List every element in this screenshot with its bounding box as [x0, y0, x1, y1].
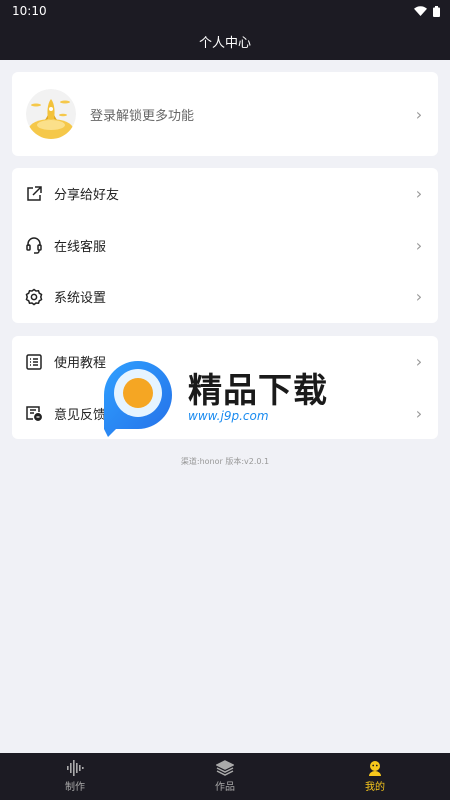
chevron-right-icon: › [415, 184, 423, 204]
watermark-logo-icon [104, 361, 172, 437]
menu-card-general: 分享给好友 › 在线客服 › 系统设置 › [12, 168, 438, 323]
avatar [26, 89, 76, 139]
wifi-icon [414, 6, 427, 16]
layers-icon [216, 760, 234, 776]
chevron-right-icon: › [415, 403, 423, 423]
title-bar: 个人中心 [0, 22, 450, 60]
bottom-tab-bar: 制作 作品 我的 [0, 753, 450, 800]
tab-label: 制作 [65, 782, 85, 793]
list-icon [24, 352, 44, 372]
tab-mine[interactable]: 我的 [300, 753, 450, 800]
gear-icon [24, 287, 44, 307]
tab-label: 我的 [365, 782, 385, 793]
share-icon [24, 184, 44, 204]
chevron-right-icon: › [415, 287, 423, 307]
login-prompt: 登录解锁更多功能 [90, 108, 195, 124]
tab-works[interactable]: 作品 [150, 753, 300, 800]
battery-icon [433, 5, 440, 17]
watermark-url: www.j9p.com [188, 409, 269, 423]
menu-item-share[interactable]: 分享给好友 › [12, 168, 438, 220]
status-time: 10:10 [12, 4, 47, 18]
profile-icon [369, 761, 381, 776]
chevron-right-icon: › [415, 352, 423, 372]
page-title: 个人中心 [198, 35, 251, 51]
chevron-right-icon: › [415, 104, 423, 124]
version-info: 渠道:honor 版本:v2.0.1 [180, 457, 270, 466]
menu-item-label: 分享给好友 [54, 188, 120, 204]
menu-item-label: 系统设置 [54, 291, 107, 307]
status-bar: 10:10 [0, 0, 450, 22]
tab-create[interactable]: 制作 [0, 753, 150, 800]
tab-label: 作品 [215, 782, 235, 793]
login-card[interactable]: 登录解锁更多功能 › [12, 72, 438, 156]
menu-item-support[interactable]: 在线客服 › [12, 220, 438, 272]
watermark-title: 精品下载 [188, 371, 328, 411]
watermark: 精品下载 www.j9p.com [100, 355, 360, 440]
headset-icon [24, 235, 44, 255]
feedback-icon [24, 403, 44, 423]
menu-item-label: 在线客服 [54, 239, 107, 255]
waveform-icon [67, 760, 84, 776]
chevron-right-icon: › [415, 235, 423, 255]
menu-item-settings[interactable]: 系统设置 › [12, 271, 438, 323]
rocket-avatar-icon [26, 89, 76, 139]
